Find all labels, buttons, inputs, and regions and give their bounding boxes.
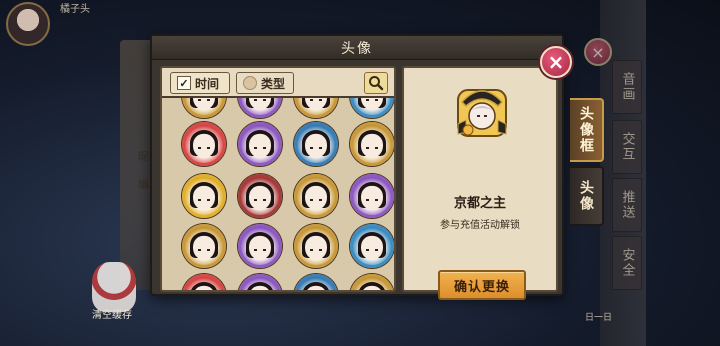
- bg-tab-push: 推送: [612, 178, 642, 232]
- background-close-icon: ×: [584, 38, 612, 66]
- frame-description: 参与充值活动解锁: [440, 220, 520, 231]
- clear-cache-label: 清空缓存: [92, 310, 132, 321]
- avatar-eyes: [310, 249, 322, 251]
- filter-type-label: 类型: [261, 76, 286, 91]
- avatar-eyes: [198, 249, 210, 251]
- bg-tab-interact: 交互: [612, 120, 642, 174]
- avatar-item[interactable]: [350, 274, 394, 290]
- avatar-face: [193, 133, 215, 158]
- avatar-eyes: [366, 249, 378, 251]
- avatar-eyes: [310, 199, 322, 201]
- tab-avatar-frame[interactable]: 头像框: [570, 98, 604, 162]
- bg-tab-audio: 音画: [612, 60, 642, 114]
- avatar-eyes: [310, 99, 322, 101]
- avatar-item[interactable]: [238, 174, 282, 218]
- avatar-eyes: [366, 99, 378, 101]
- avatar-eyes: [254, 199, 266, 201]
- avatar-list-pane: ✓ 时间 类型: [160, 66, 396, 292]
- avatar-eyes: [254, 147, 266, 149]
- avatar-item[interactable]: [350, 122, 394, 166]
- avatar-face: [305, 133, 327, 158]
- filter-time-button[interactable]: ✓ 时间: [170, 72, 230, 94]
- avatar-face: [361, 235, 383, 260]
- frame-name: 京都之主: [453, 196, 506, 211]
- avatar-eyes: [366, 147, 378, 149]
- player-name: 橘子头: [60, 4, 90, 15]
- avatar-item[interactable]: [182, 174, 226, 218]
- search-icon: [369, 76, 384, 91]
- avatar-dialog: 头像 ✓ 时间 类型 京都之主 参与充值活动解锁 确认更换: [150, 34, 564, 300]
- avatar-item[interactable]: [350, 224, 394, 268]
- avatar-eyes: [198, 147, 210, 149]
- radio-icon[interactable]: [243, 76, 257, 90]
- avatar-item[interactable]: [350, 174, 394, 218]
- avatar-item[interactable]: [238, 122, 282, 166]
- filter-type-button[interactable]: 类型: [236, 72, 294, 94]
- search-button[interactable]: [364, 72, 388, 94]
- avatar-item[interactable]: [182, 98, 226, 118]
- avatar-face: [305, 185, 327, 210]
- avatar-eyes: [366, 199, 378, 201]
- avatar-eyes: [254, 99, 266, 101]
- frame-detail-pane: 京都之主 参与充值活动解锁 确认更换: [402, 66, 558, 300]
- confirm-change-button[interactable]: 确认更换: [438, 270, 526, 300]
- avatar-item[interactable]: [182, 274, 226, 290]
- avatar-eyes: [198, 99, 210, 101]
- filter-time-label: 时间: [195, 76, 220, 91]
- avatar-eyes: [198, 199, 210, 201]
- avatar-item[interactable]: [294, 174, 338, 218]
- checkbox-icon[interactable]: ✓: [177, 76, 191, 90]
- avatar-face: [249, 133, 271, 158]
- avatar-face: [249, 235, 271, 260]
- avatar-item[interactable]: [182, 224, 226, 268]
- kyoto-lord-frame-icon: [457, 89, 507, 137]
- avatar-eyes: [254, 249, 266, 251]
- dialog-title-bar: 头像: [152, 36, 562, 60]
- dialog-title: 头像: [341, 40, 373, 57]
- avatar-item[interactable]: [238, 224, 282, 268]
- avatar-item[interactable]: [294, 122, 338, 166]
- bg-tab-security: 安全: [612, 236, 642, 290]
- filter-bar: ✓ 时间 类型: [162, 68, 394, 98]
- player-avatar: [6, 2, 50, 46]
- mascot-character: [92, 262, 136, 312]
- avatar-item[interactable]: [294, 224, 338, 268]
- avatar-item[interactable]: [182, 122, 226, 166]
- avatar-face: [361, 185, 383, 210]
- avatar-grid: [162, 98, 394, 290]
- avatar-face: [193, 185, 215, 210]
- avatar-face: [305, 235, 327, 260]
- avatar-item[interactable]: [238, 98, 282, 118]
- avatar-item[interactable]: [294, 98, 338, 118]
- bottom-right-label: 日一日: [585, 313, 613, 323]
- avatar-eyes: [310, 147, 322, 149]
- avatar-face: [193, 235, 215, 260]
- close-button[interactable]: ×: [540, 46, 572, 78]
- avatar-face: [361, 133, 383, 158]
- avatar-item[interactable]: [294, 274, 338, 290]
- avatar-item[interactable]: [350, 98, 394, 118]
- tab-avatar[interactable]: 头像: [570, 166, 604, 226]
- avatar-item[interactable]: [238, 274, 282, 290]
- avatar-face: [249, 185, 271, 210]
